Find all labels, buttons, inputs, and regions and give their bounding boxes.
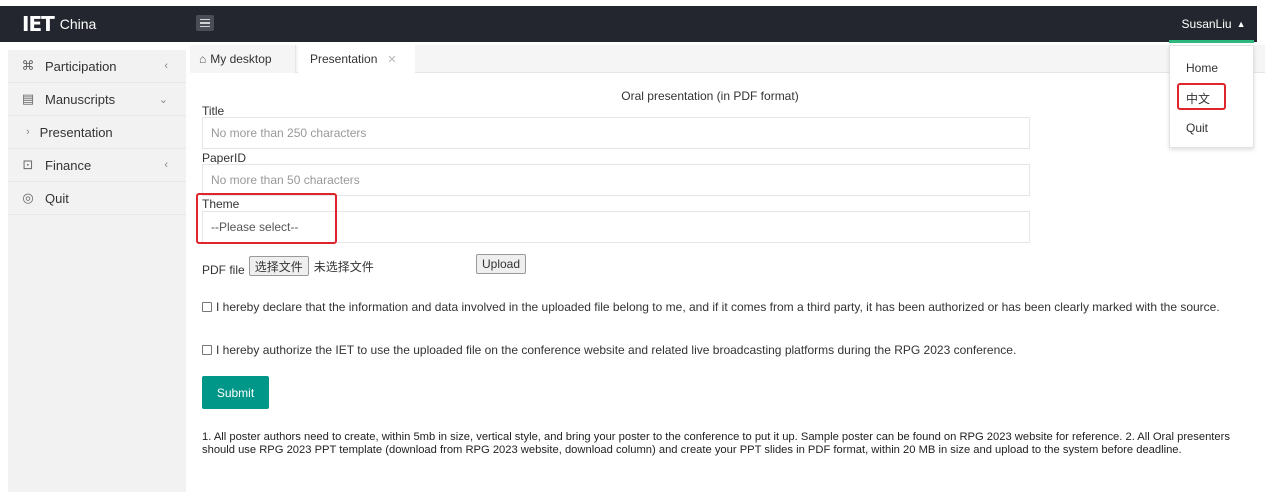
document-icon: ▤ [21,91,35,106]
declaration-1: I hereby declare that the information an… [202,300,1220,314]
paperid-input[interactable]: No more than 50 characters [202,164,1030,196]
home-icon: ⌂ [199,52,207,66]
upload-button[interactable]: Upload [476,254,527,274]
pdf-file-label: PDF file [202,263,245,277]
tab-label: My desktop [210,52,272,66]
chevron-left-icon: ‹ [164,60,168,72]
title-label: Title [202,104,225,118]
declaration-2-text: I hereby authorize the IET to use the up… [216,343,1017,357]
power-icon: ◎ [22,190,34,205]
dropdown-item-home[interactable]: Home [1170,55,1253,81]
declaration-2-checkbox[interactable] [202,345,212,355]
sidebar-item-presentation[interactable]: › Presentation [8,116,186,149]
form-heading: Oral presentation (in PDF format) [621,89,799,103]
title-input[interactable]: No more than 250 characters [202,117,1030,149]
logo[interactable]: IET China [0,6,186,42]
choose-file-button[interactable]: 选择文件 [248,256,309,276]
sidebar-item-finance[interactable]: ⊡ Finance ‹ [8,149,186,182]
wallet-icon: ⊡ [22,157,34,172]
tab-presentation[interactable]: Presentation ✕ [298,45,415,73]
close-icon[interactable]: ✕ [387,53,396,66]
chevron-down-icon: ⌄ [158,93,168,106]
logo-mark: IET [22,12,55,36]
chevron-right-icon: › [26,126,30,138]
user-menu[interactable]: SusanLiu ▲ [1170,6,1257,42]
sidebar-item-label: Finance [45,157,92,173]
sidebar-item-label: Manuscripts [45,91,116,107]
menu-toggle-icon[interactable] [196,15,214,31]
sidebar-item-quit[interactable]: ◎ Quit [8,182,186,215]
highlight-box-theme [196,193,337,244]
sidebar-item-label: Presentation [39,124,113,140]
declaration-1-text: I hereby declare that the information an… [216,300,1220,314]
tab-label: Presentation [310,52,378,66]
file-status: 未选择文件 [313,259,374,274]
sidebar-item-label: Participation [45,58,117,74]
declaration-1-checkbox[interactable] [202,302,212,312]
sidebar-item-participation[interactable]: ⌘ Participation ‹ [8,50,186,83]
sidebar-item-label: Quit [45,190,69,206]
declaration-2: I hereby authorize the IET to use the up… [202,343,1016,357]
cluster-icon: ⌘ [21,58,35,73]
submit-button[interactable]: Submit [202,376,269,409]
logo-text: China [59,16,97,32]
tab-bar: ⌂ My desktop Presentation ✕ [190,45,1265,73]
dropdown-item-quit[interactable]: Quit [1170,115,1253,141]
header: SusanLiu ▲ [186,6,1257,42]
sidebar-item-manuscripts[interactable]: ▤ Manuscripts ⌄ [8,83,186,116]
highlight-box-chinese [1177,83,1226,110]
instructions-notes: 1. All poster authors need to create, wi… [202,431,1230,456]
caret-up-icon: ▲ [1236,19,1246,29]
chevron-left-icon: ‹ [164,159,168,171]
tab-my-desktop[interactable]: ⌂ My desktop [190,45,296,73]
user-menu-active-underline [1169,40,1254,43]
user-name: SusanLiu [1181,17,1232,31]
paperid-label: PaperID [202,151,247,165]
sidebar: ⌘ Participation ‹ ▤ Manuscripts ⌄ › Pres… [8,50,186,492]
pdf-file-row: PDF file 选择文件 未选择文件 [202,255,374,277]
top-bar: IET China SusanLiu ▲ [0,0,1265,43]
